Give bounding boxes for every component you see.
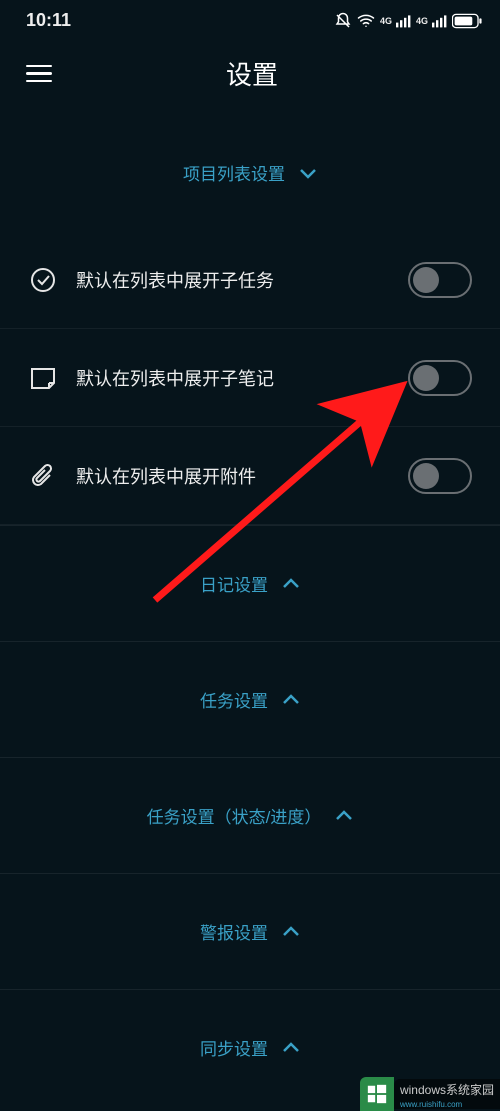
- watermark-url: www.ruishifu.com: [394, 1100, 500, 1109]
- option-expand-subtasks: 默认在列表中展开子任务: [0, 231, 500, 329]
- watermark-logo: windows系统家园 www.ruishifu.com: [360, 1077, 500, 1111]
- 4g-label-2: 4G: [416, 16, 428, 26]
- header: 设置: [0, 37, 500, 110]
- chevron-up-icon: [282, 1042, 300, 1054]
- section-label: 任务设置（状态/进度）: [147, 803, 322, 828]
- status-bar: 10:11 4G 4G: [0, 0, 500, 37]
- attachment-icon: [28, 463, 58, 489]
- page-title: 设置: [58, 55, 446, 92]
- menu-button[interactable]: [26, 58, 58, 90]
- signal-icon-1: [396, 14, 412, 28]
- 4g-label-1: 4G: [380, 16, 392, 26]
- section-label: 同步设置: [200, 1035, 268, 1060]
- section-alarm[interactable]: 警报设置: [0, 873, 500, 989]
- section-task-status[interactable]: 任务设置（状态/进度）: [0, 757, 500, 873]
- watermark-text: windows系统家园: [394, 1079, 500, 1100]
- chevron-up-icon: [282, 578, 300, 590]
- windows-icon: [366, 1083, 388, 1105]
- toggle-expand-subtasks[interactable]: [408, 262, 472, 298]
- option-label: 默认在列表中展开子任务: [76, 267, 408, 293]
- status-time: 10:11: [26, 10, 71, 31]
- option-expand-subnotes: 默认在列表中展开子笔记: [0, 329, 500, 427]
- note-icon: [28, 367, 58, 389]
- section-task[interactable]: 任务设置: [0, 641, 500, 757]
- signal-icon-2: [432, 14, 448, 28]
- mute-icon: [334, 12, 352, 30]
- section-label: 警报设置: [200, 919, 268, 944]
- status-icons: 4G 4G: [334, 12, 482, 30]
- check-circle-icon: [28, 267, 58, 293]
- section-label: 项目列表设置: [183, 160, 285, 185]
- option-expand-attachments: 默认在列表中展开附件: [0, 427, 500, 525]
- option-label: 默认在列表中展开子笔记: [76, 365, 408, 391]
- chevron-down-icon: [299, 167, 317, 179]
- wifi-icon: [356, 12, 376, 30]
- toggle-expand-subnotes[interactable]: [408, 360, 472, 396]
- toggle-expand-attachments[interactable]: [408, 458, 472, 494]
- chevron-up-icon: [282, 694, 300, 706]
- chevron-up-icon: [335, 810, 353, 822]
- option-label: 默认在列表中展开附件: [76, 463, 408, 489]
- battery-icon: [452, 13, 482, 29]
- section-diary[interactable]: 日记设置: [0, 525, 500, 641]
- section-project-list[interactable]: 项目列表设置: [0, 110, 500, 231]
- section-label: 任务设置: [200, 687, 268, 712]
- chevron-up-icon: [282, 926, 300, 938]
- section-label: 日记设置: [200, 571, 268, 596]
